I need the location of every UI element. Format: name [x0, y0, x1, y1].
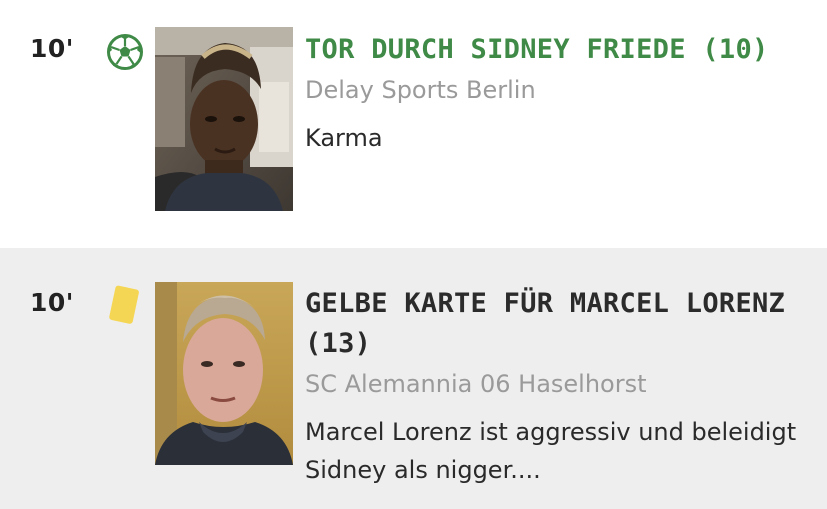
- yellow-card-icon: [106, 284, 140, 326]
- event-comment: Marcel Lorenz ist aggressiv und beleidig…: [305, 418, 797, 484]
- match-ticker-feed: 10' TOR DURCH SIDNEY FRIEDE (10) Delay S…: [0, 0, 827, 509]
- team-name: Delay Sports Berlin: [305, 76, 536, 104]
- player-photo: [155, 282, 293, 465]
- event-minute: 10': [30, 34, 74, 63]
- yellow-card-event-item[interactable]: 10' GELBE KARTE FÜR MARCEL LORENZ (13) S…: [0, 248, 827, 509]
- event-comment: Karma: [305, 124, 383, 152]
- player-photo: [155, 27, 293, 211]
- event-details: GELBE KARTE FÜR MARCEL LORENZ (13) SC Al…: [305, 284, 810, 489]
- event-minute: 10': [30, 288, 74, 317]
- soccer-ball-icon: [106, 33, 144, 71]
- goal-event-item[interactable]: 10' TOR DURCH SIDNEY FRIEDE (10) Delay S…: [0, 0, 827, 248]
- event-headline[interactable]: TOR DURCH SIDNEY FRIEDE (10): [305, 30, 810, 70]
- event-details: TOR DURCH SIDNEY FRIEDE (10) Delay Sport…: [305, 30, 810, 157]
- team-name: SC Alemannia 06 Haselhorst: [305, 370, 647, 398]
- event-headline[interactable]: GELBE KARTE FÜR MARCEL LORENZ (13): [305, 284, 810, 364]
